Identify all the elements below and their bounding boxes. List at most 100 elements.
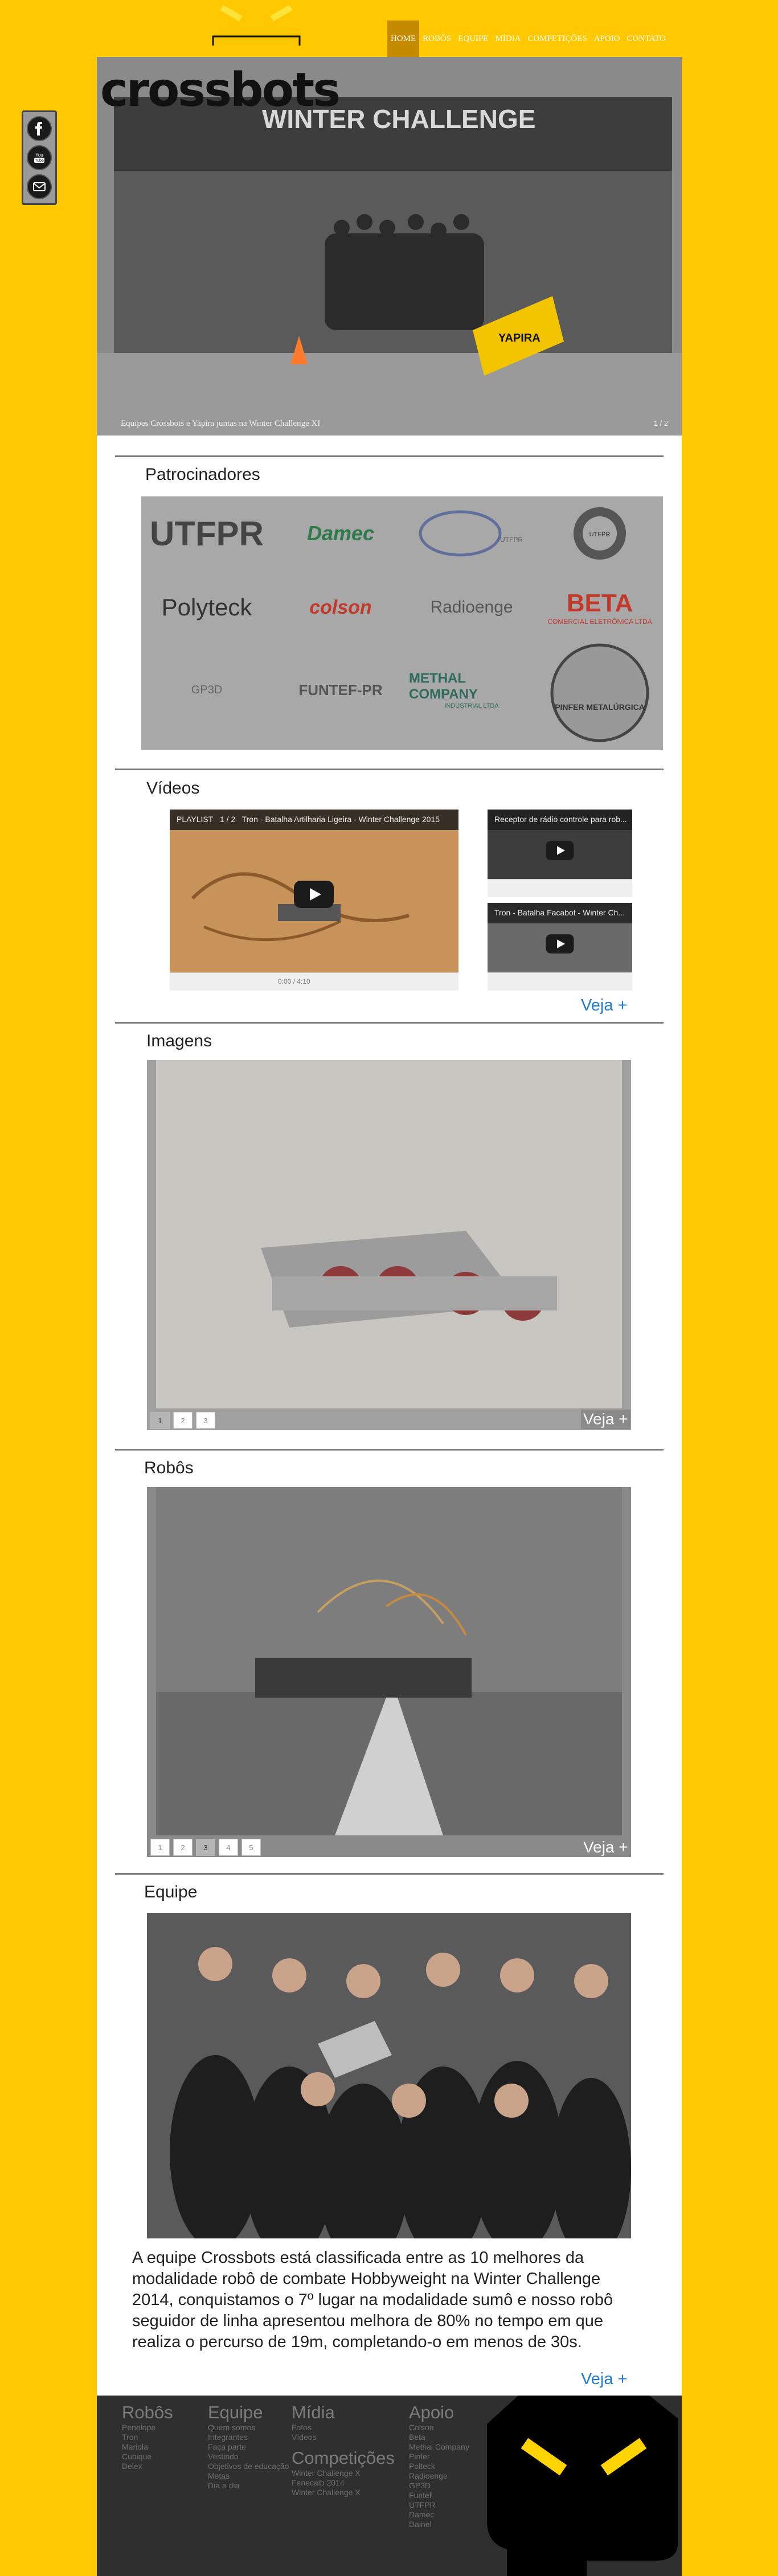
footer-link[interactable]: Winter Challenge X [292,2488,395,2497]
sponsor-logo[interactable]: Polyteck [141,587,272,627]
footer-link[interactable]: Quem somos [208,2423,289,2433]
footer-link[interactable]: Cubique [122,2452,173,2462]
footer-link[interactable]: Metas [208,2471,289,2481]
nav-contato[interactable]: CONTATO [624,20,670,57]
video-controls[interactable]: 0:00 / 4:10 [170,972,458,991]
video-title-bar: Tron - Batalha Facabot - Winter Ch... [488,903,632,923]
nav-apoio[interactable]: APOIO [591,20,624,57]
footer-link[interactable]: Polteck [409,2462,469,2471]
sponsor-logo[interactable]: BETA COMERCIAL ELETRÔNICA LTDA [540,582,660,633]
sponsor-logo[interactable]: PINFER METALÚRGICA [540,639,660,747]
footer-link[interactable]: Integrantes [208,2433,289,2442]
images-see-more-link[interactable]: Veja + [581,1410,630,1429]
footer-link[interactable]: UTFPR [409,2500,469,2510]
sponsor-logo[interactable]: UTFPR [141,511,272,556]
svg-text:You: You [35,153,43,158]
video-player-side[interactable]: Receptor de rádio controle para rob... [488,810,632,897]
footer-link[interactable]: Pinfer [409,2452,469,2462]
team-title: Equipe [144,1883,198,1901]
footer-link[interactable]: Faça parte [208,2442,289,2452]
logo-mark-icon [212,5,301,46]
svg-text:UTFPR: UTFPR [500,536,523,544]
pager-dot[interactable]: 4 [219,1839,238,1856]
footer-link[interactable]: GP3D [409,2481,469,2491]
footer-link[interactable]: Mariola [122,2442,173,2452]
play-button[interactable] [546,841,574,860]
footer-link[interactable]: Beta [409,2433,469,2442]
footer-link[interactable]: Vídeos [292,2433,395,2442]
play-button[interactable] [546,934,574,954]
pager-dot[interactable]: 3 [196,1412,215,1429]
nav-robos[interactable]: ROBÔS [419,20,454,57]
section-divider [115,1022,664,1024]
pager-dot[interactable]: 1 [150,1839,170,1856]
video-title-bar: PLAYLIST 1 / 2 Tron - Batalha Artilharia… [170,810,458,830]
sponsor-logo[interactable]: Damec [278,513,403,553]
footer-link[interactable]: Funtef [409,2491,469,2500]
footer-link[interactable]: Penelope [122,2423,173,2433]
robots-title: Robôs [144,1458,194,1477]
footer-heading[interactable]: Robôs [122,2402,173,2423]
play-button[interactable] [294,881,334,908]
footer-link[interactable]: Tron [122,2433,173,2442]
facebook-icon[interactable] [27,116,52,142]
sponsor-logo[interactable]: GP3D [141,670,272,710]
email-icon[interactable] [27,174,52,199]
footer-link[interactable]: Colson [409,2423,469,2433]
sponsor-logo[interactable]: UTFPR [409,508,534,559]
footer-link[interactable]: Dainel [409,2520,469,2529]
footer-link[interactable]: Fotos [292,2423,395,2433]
youtube-icon[interactable]: You Tube [27,145,52,170]
pager-dot[interactable]: 3 [196,1839,215,1856]
sponsors-panel: UTFPR Damec UTFPR UTFPR Polyteck colson … [141,496,663,750]
nav-competicoes[interactable]: COMPETIÇÕES [525,20,591,57]
nav-equipe[interactable]: EQUIPE [454,20,492,57]
utfpr-emblem-icon: UTFPR [574,507,626,560]
footer-link[interactable]: Vestindo [208,2452,289,2462]
video-controls[interactable] [488,972,632,991]
social-sidebar: You Tube [22,110,57,205]
svg-text:Tube: Tube [35,159,44,163]
images-gallery[interactable]: 1 2 3 Veja + [147,1060,631,1430]
footer-heading[interactable]: Apoio [409,2402,469,2423]
footer-link[interactable]: Radioenge [409,2471,469,2481]
pager-dot[interactable]: 2 [173,1412,193,1429]
sponsor-logo[interactable]: colson [278,587,403,627]
site-logo[interactable]: crossbots [100,67,341,114]
footer-link[interactable]: Fenecaib 2014 [292,2478,395,2488]
videos-title: Vídeos [146,779,200,798]
sponsor-logo[interactable]: METHAL COMPANY INDUSTRIAL LTDA [409,667,534,713]
hero-flag-text: YAPIRA [498,332,540,344]
main-nav: HOME ROBÔS EQUIPE MÍDIA COMPETIÇÕES APOI… [387,20,669,57]
footer-link[interactable]: Dia a dia [208,2481,289,2491]
footer-link[interactable]: Methal Company [409,2442,469,2452]
footer-link[interactable]: Damec [409,2510,469,2520]
footer-link[interactable]: Objetivos de educação [208,2462,289,2471]
videos-see-more-link[interactable]: Veja + [581,996,627,1015]
team-see-more-link[interactable]: Veja + [581,2370,627,2389]
section-divider [115,1873,664,1875]
video-player-side[interactable]: Tron - Batalha Facabot - Winter Ch... [488,903,632,991]
footer-link[interactable]: Winter Challenge X [292,2468,395,2478]
footer-heading[interactable]: Mídia [292,2402,395,2423]
footer-heading[interactable]: Competições [292,2448,395,2468]
video-player-main[interactable]: PLAYLIST 1 / 2 Tron - Batalha Artilharia… [170,810,458,991]
pager-dot[interactable]: 1 [150,1412,170,1429]
team-photo[interactable] [147,1913,631,2238]
nav-home[interactable]: HOME [387,20,420,57]
video-title-bar: Receptor de rádio controle para rob... [488,810,632,830]
nav-midia[interactable]: MÍDIA [492,20,525,57]
pager-dot[interactable]: 5 [241,1839,261,1856]
robots-gallery[interactable]: 1 2 3 4 5 Veja + [147,1487,631,1857]
robots-see-more-link[interactable]: Veja + [581,1838,630,1857]
footer-heading[interactable]: Equipe [208,2402,289,2423]
sponsor-logo[interactable]: FUNTEF-PR [278,670,403,710]
sponsor-logo[interactable]: Radioenge [409,585,534,630]
hero-counter: 1 / 2 [653,419,668,428]
video-controls[interactable] [488,879,632,897]
sponsor-logo[interactable]: UTFPR [540,502,660,565]
back-to-top-button[interactable] [585,2479,627,2520]
footer-link[interactable]: Delex [122,2462,173,2471]
section-divider [115,1449,664,1451]
pager-dot[interactable]: 2 [173,1839,193,1856]
